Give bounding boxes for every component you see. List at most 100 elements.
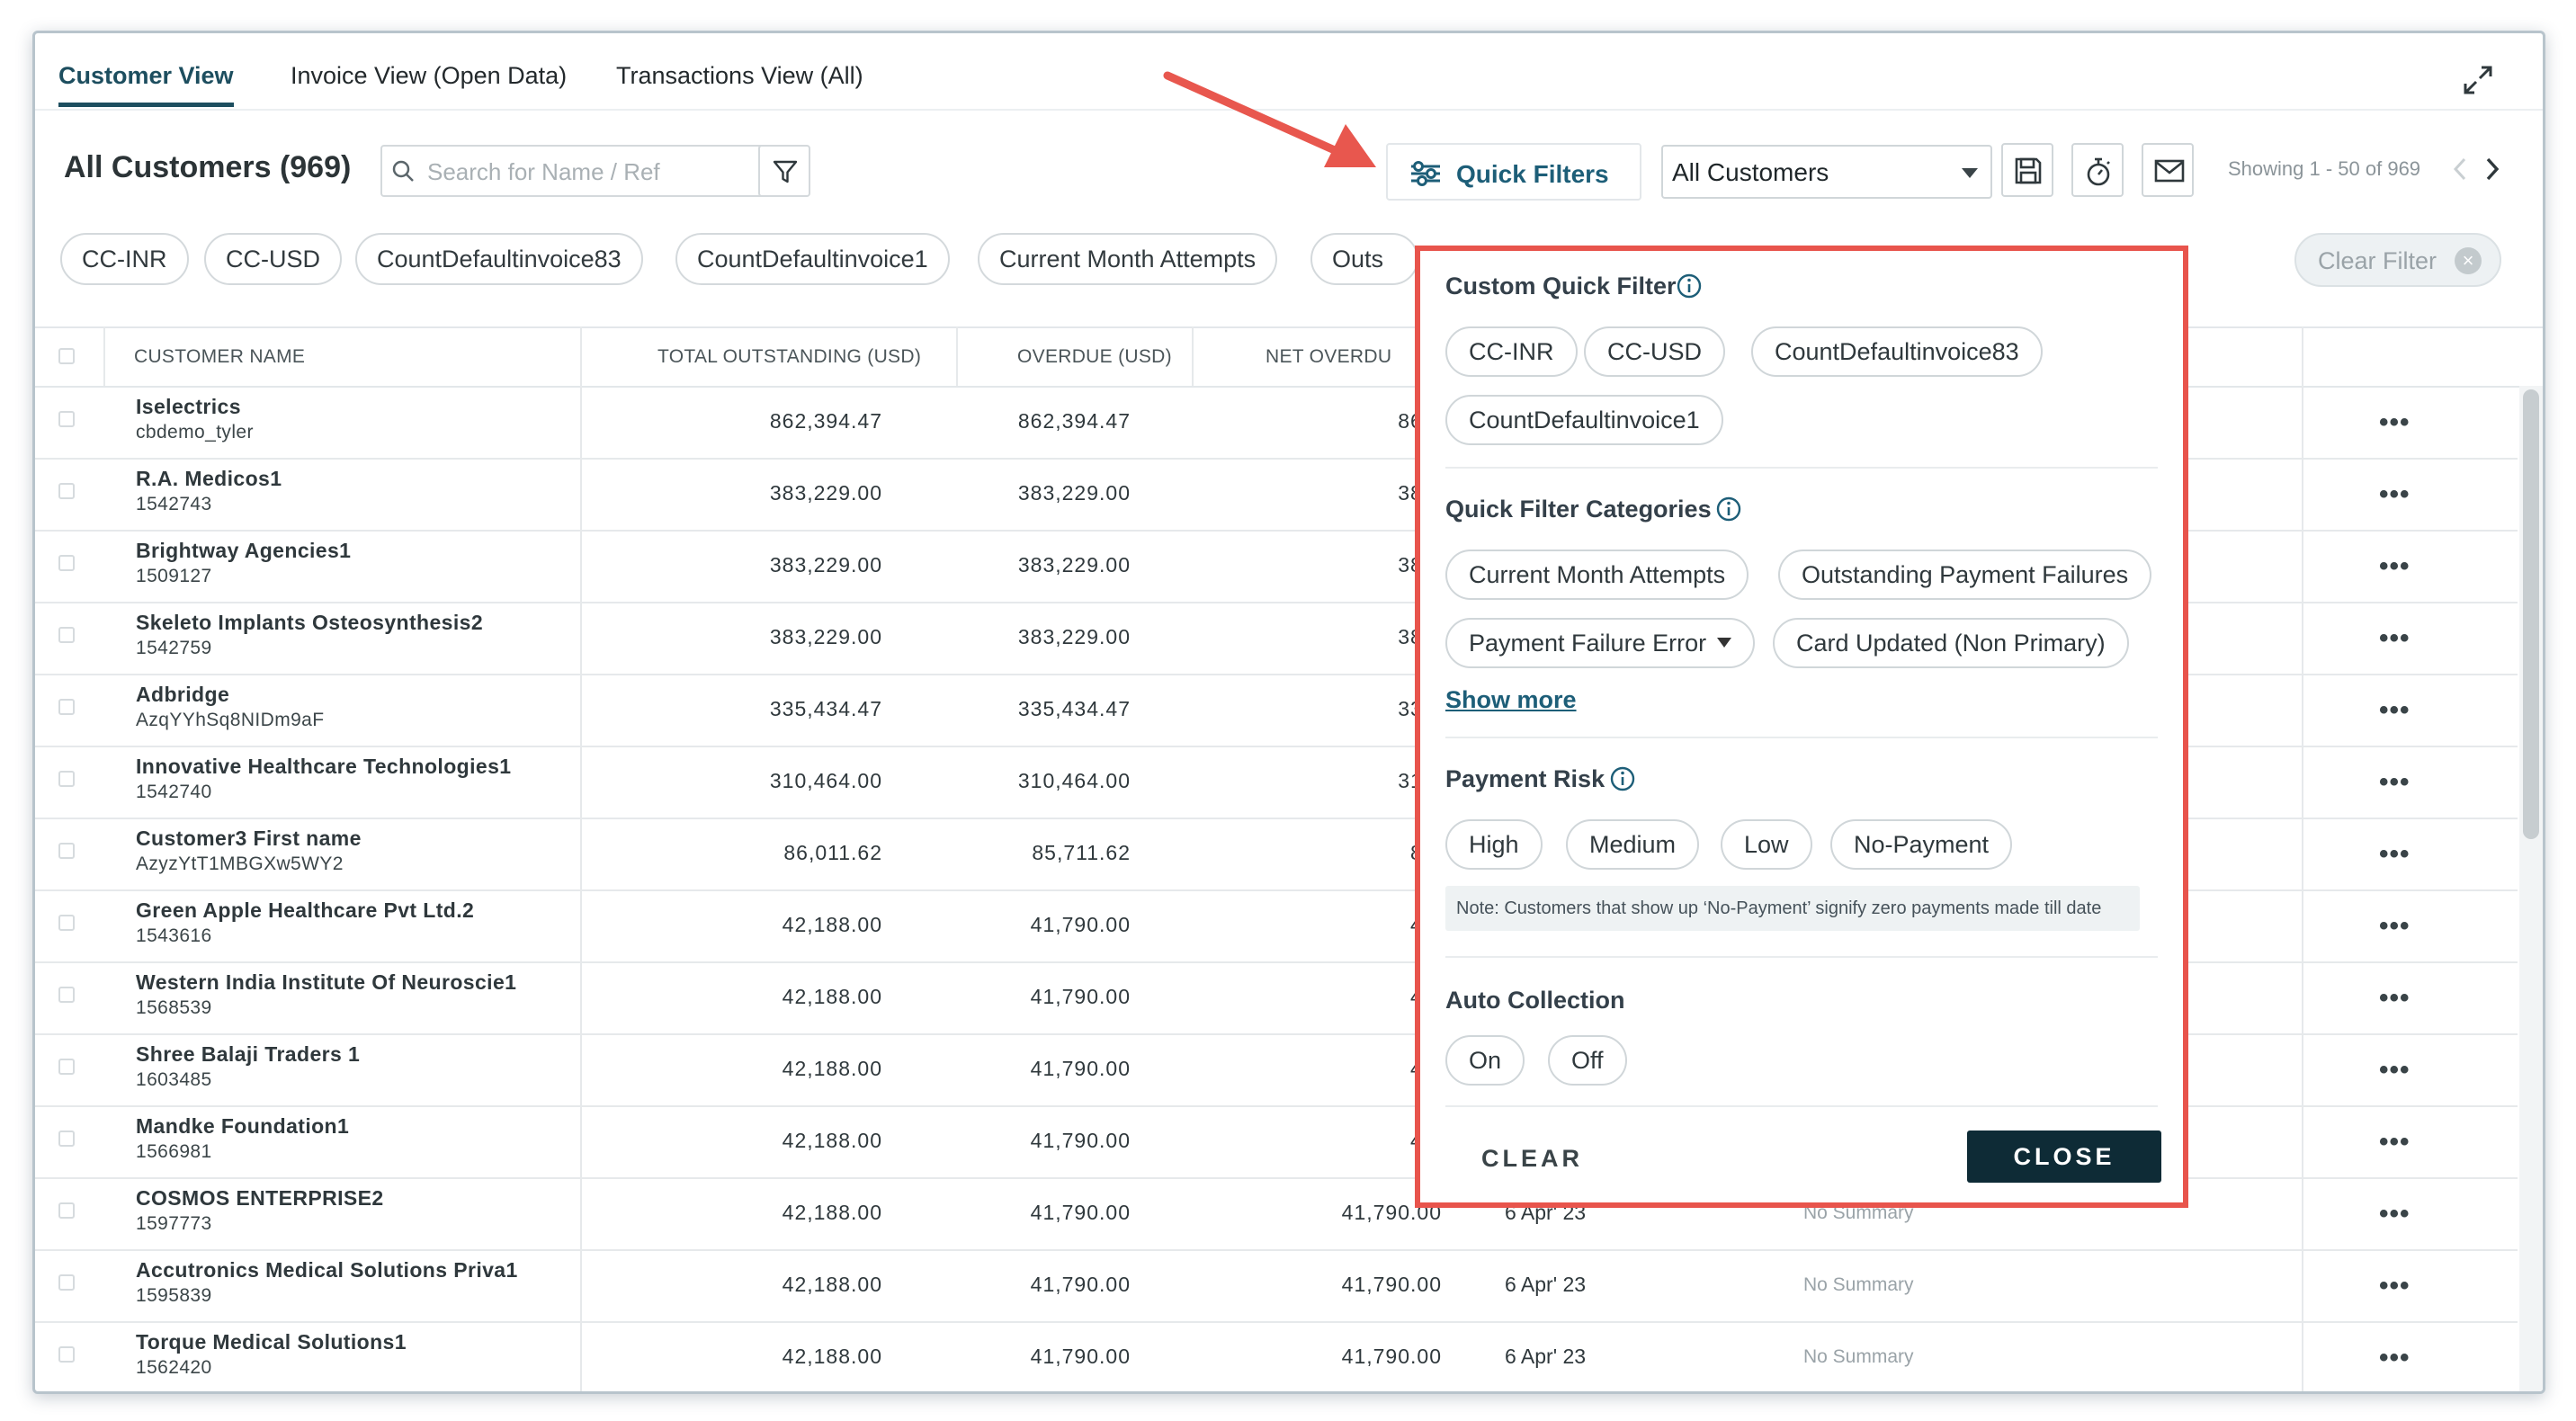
show-more-link[interactable]: Show more [1445,686,1577,714]
more-actions-icon[interactable]: ••• [2379,839,2411,870]
customer-name[interactable]: Skeleto Implants Osteosynthesis2 [136,611,483,635]
row-checkbox[interactable] [58,555,75,571]
row-checkbox[interactable] [58,411,75,427]
row-checkbox[interactable] [58,1059,75,1075]
more-actions-icon[interactable]: ••• [2379,767,2411,798]
col-net-overdue[interactable]: NET OVERDU [1266,346,1391,368]
row-checkbox[interactable] [58,1274,75,1291]
risk-chip-high[interactable]: High [1445,819,1543,870]
info-icon[interactable] [1609,765,1636,792]
row-checkbox[interactable] [58,1131,75,1147]
overdue-value: 41,790.00 [1030,1129,1131,1152]
info-icon[interactable] [1676,273,1703,299]
row-checkbox[interactable] [58,987,75,1003]
customer-name[interactable]: Brightway Agencies1 [136,539,351,563]
filter-button[interactable] [758,145,810,197]
overdue-value: 383,229.00 [1017,625,1131,648]
custom-filter-chip[interactable]: CountDefaultinvoice1 [1445,395,1723,445]
row-checkbox[interactable] [58,1202,75,1219]
auto-collection-off-chip[interactable]: Off [1548,1035,1627,1086]
search-input[interactable] [425,154,762,190]
customer-name[interactable]: R.A. Medicos1 [136,467,282,491]
row-checkbox[interactable] [58,915,75,931]
row-checkbox[interactable] [58,843,75,859]
col-total-outstanding[interactable]: TOTAL OUTSTANDING (USD) [657,346,921,368]
close-button[interactable]: CLOSE [1967,1131,2161,1183]
customer-name[interactable]: Shree Balaji Traders 1 [136,1042,360,1067]
info-icon[interactable] [1715,496,1742,523]
quick-chip[interactable]: CountDefaultinvoice1 [675,233,950,285]
quick-chip[interactable]: Outs [1310,233,1418,285]
customer-ref: AzqYYhSq8NIDm9aF [136,710,325,730]
risk-chip-low[interactable]: Low [1721,819,1812,870]
more-actions-icon[interactable]: ••• [2379,1343,2411,1373]
custom-filter-chip[interactable]: CC-USD [1584,326,1725,377]
more-actions-icon[interactable]: ••• [2379,911,2411,942]
category-chip[interactable]: Card Updated (Non Primary) [1773,618,2129,668]
more-actions-icon[interactable]: ••• [2379,479,2411,510]
chevron-right-icon[interactable] [2482,156,2503,183]
net-overdue-value: 41,790.00 [1341,1273,1442,1296]
total-outstanding-value: 862,394.47 [769,409,882,433]
schedule-button[interactable] [2071,143,2124,197]
clear-filter-button[interactable]: Clear Filter × [2294,233,2501,287]
row-checkbox[interactable] [58,1346,75,1363]
col-customer-name[interactable]: CUSTOMER NAME [134,346,305,368]
auto-collection-on-chip[interactable]: On [1445,1035,1525,1086]
table-row[interactable]: Torque Medical Solutions1 1562420 42,188.0… [35,1321,2518,1391]
custom-filter-chip[interactable]: CC-INR [1445,326,1578,377]
more-actions-icon[interactable]: ••• [2379,983,2411,1014]
customer-ref: 1542740 [136,782,212,802]
customer-name[interactable]: Mandke Foundation1 [136,1114,349,1139]
row-checkbox[interactable] [58,771,75,787]
customer-name[interactable]: Iselectrics [136,395,241,419]
section-divider [1445,467,2158,469]
save-icon [2015,157,2042,184]
quick-chip[interactable]: CountDefaultinvoice83 [355,233,643,285]
more-actions-icon[interactable]: ••• [2379,551,2411,582]
scrollbar-thumb[interactable] [2523,389,2539,839]
category-chip[interactable]: Current Month Attempts [1445,550,1749,600]
customer-name[interactable]: Western India Institute Of Neuroscie1 [136,970,516,995]
tab-transactions-view[interactable]: Transactions View (All) [616,62,863,90]
quick-chip[interactable]: Current Month Attempts [978,233,1278,285]
customer-name[interactable]: Innovative Healthcare Technologies1 [136,755,511,779]
row-checkbox[interactable] [58,627,75,643]
more-actions-icon[interactable]: ••• [2379,695,2411,726]
row-checkbox[interactable] [58,699,75,715]
customer-name[interactable]: Green Apple Healthcare Pvt Ltd.2 [136,898,474,923]
quick-chip[interactable]: CC-INR [60,233,189,285]
custom-filter-chip[interactable]: CountDefaultinvoice83 [1751,326,2043,377]
tab-customer-view[interactable]: Customer View [58,62,234,107]
chevron-left-icon[interactable] [2449,156,2471,183]
customer-name[interactable]: Customer3 First name [136,827,362,851]
clear-button[interactable]: CLEAR [1481,1145,1583,1173]
quick-filters-button[interactable]: Quick Filters [1386,143,1641,201]
overdue-value: 41,790.00 [1030,1273,1131,1296]
more-actions-icon[interactable]: ••• [2379,1127,2411,1157]
payment-failure-error-dropdown[interactable]: Payment Failure Error [1445,618,1756,668]
save-view-button[interactable] [2001,143,2053,197]
tab-invoice-view[interactable]: Invoice View (Open Data) [291,62,567,90]
customer-name[interactable]: Torque Medical Solutions1 [136,1330,407,1354]
risk-chip-medium[interactable]: Medium [1566,819,1700,870]
expand-icon[interactable] [2460,62,2496,98]
customer-name[interactable]: Adbridge [136,683,229,707]
more-actions-icon[interactable]: ••• [2379,623,2411,654]
email-button[interactable] [2142,143,2194,197]
select-all-checkbox[interactable] [58,348,75,364]
table-row[interactable]: Accutronics Medical Solutions Priva1 1595… [35,1249,2518,1323]
col-overdue[interactable]: OVERDUE (USD) [1017,346,1172,368]
risk-chip-no-payment[interactable]: No-Payment [1830,819,2013,870]
more-actions-icon[interactable]: ••• [2379,407,2411,438]
search-box[interactable] [380,145,769,197]
more-actions-icon[interactable]: ••• [2379,1199,2411,1229]
row-checkbox[interactable] [58,483,75,499]
more-actions-icon[interactable]: ••• [2379,1271,2411,1301]
quick-chip[interactable]: CC-USD [204,233,342,285]
customer-name[interactable]: COSMOS ENTERPRISE2 [136,1186,384,1211]
customer-name[interactable]: Accutronics Medical Solutions Priva1 [136,1258,518,1282]
more-actions-icon[interactable]: ••• [2379,1055,2411,1086]
category-chip[interactable]: Outstanding Payment Failures [1778,550,2152,600]
customer-segment-select[interactable]: All Customers [1661,145,1992,199]
